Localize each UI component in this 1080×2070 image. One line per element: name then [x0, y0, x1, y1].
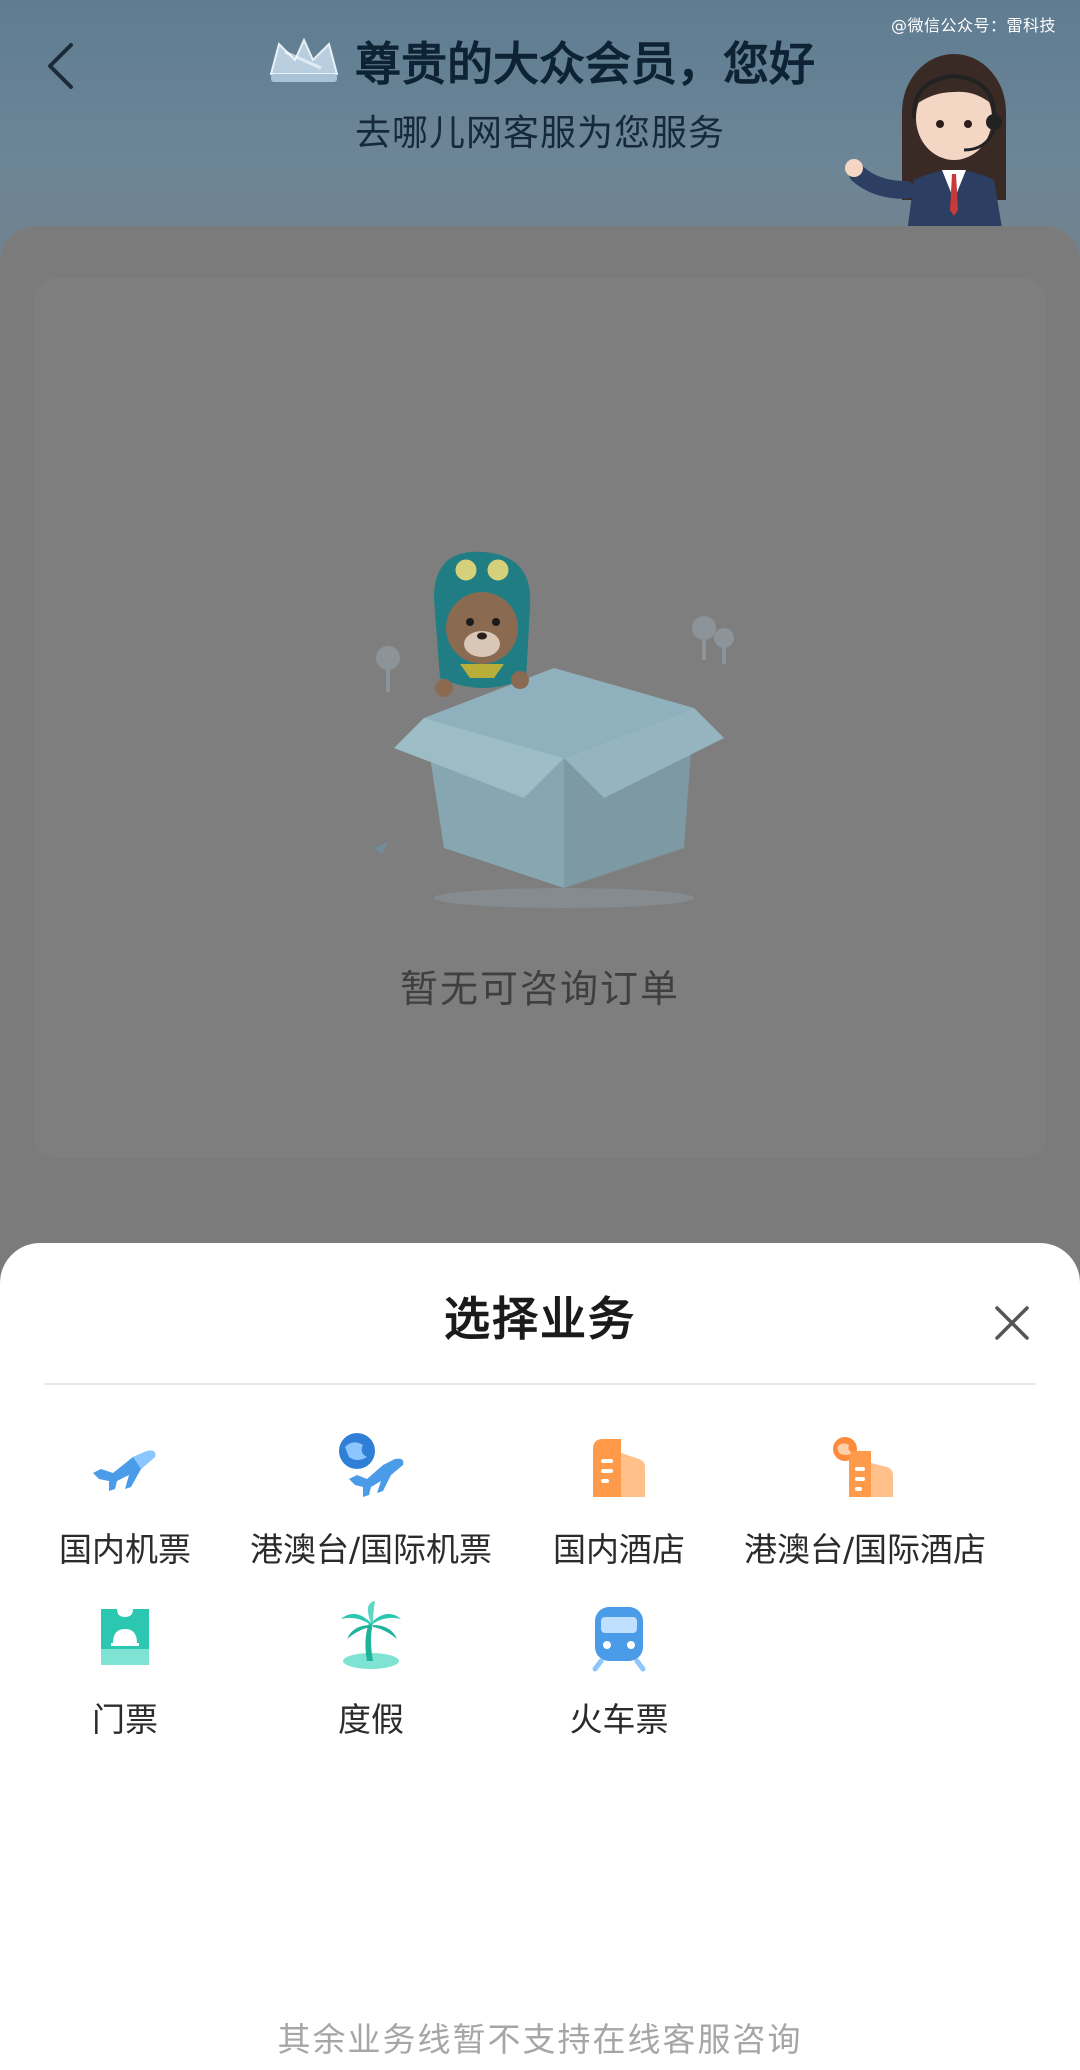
train-icon: [592, 1607, 646, 1672]
empty-box-mascot-illustration: [374, 551, 734, 908]
service-intl-hotel[interactable]: 港澳台/国际酒店: [740, 1429, 990, 1571]
main-panel: 暂无可咨询订单: [0, 226, 1080, 1326]
close-button[interactable]: [988, 1299, 1036, 1347]
unsupported-note: 其余业务线暂不支持在线客服咨询: [277, 2020, 803, 2059]
service-label: 港澳台/国际机票: [249, 1530, 493, 1569]
select-service-sheet: 选择业务 国内机票 港澳台/国际机票 国内酒店 港澳台/国际酒店 门票 度假 火…: [0, 1243, 1080, 2070]
customer-service-avatar: [845, 54, 1006, 240]
palm-island-icon: [341, 1601, 401, 1669]
service-domestic-flight[interactable]: 国内机票: [0, 1429, 250, 1571]
service-label: 国内酒店: [553, 1530, 685, 1569]
ticket-icon: [101, 1609, 149, 1665]
service-label: 港澳台/国际酒店: [743, 1530, 987, 1569]
service-label: 门票: [92, 1700, 158, 1739]
crown-badge-icon: [269, 37, 339, 82]
service-tickets[interactable]: 门票: [0, 1599, 250, 1741]
service-label: 度假: [338, 1700, 404, 1739]
empty-state-text: 暂无可咨询订单: [399, 967, 680, 1011]
hotel-icon: [593, 1439, 645, 1497]
plane-icon: [93, 1450, 156, 1491]
service-label: 火车票: [569, 1700, 669, 1739]
intl-hotel-icon: [833, 1437, 893, 1497]
service-vacation[interactable]: 度假: [246, 1599, 496, 1741]
order-card: 暂无可咨询订单: [34, 278, 1046, 1158]
page-title: 尊贵的大众会员，您好: [265, 28, 815, 94]
service-train[interactable]: 火车票: [494, 1599, 744, 1741]
divider: [44, 1383, 1036, 1385]
service-label: 国内机票: [59, 1530, 191, 1569]
title-text: 尊贵的大众会员，您好: [355, 37, 815, 91]
close-icon: [995, 1306, 1029, 1340]
sheet-title: 选择业务: [444, 1292, 636, 1346]
service-domestic-hotel[interactable]: 国内酒店: [494, 1429, 744, 1571]
service-intl-flight[interactable]: 港澳台/国际机票: [246, 1429, 496, 1571]
globe-plane-icon: [339, 1433, 404, 1497]
